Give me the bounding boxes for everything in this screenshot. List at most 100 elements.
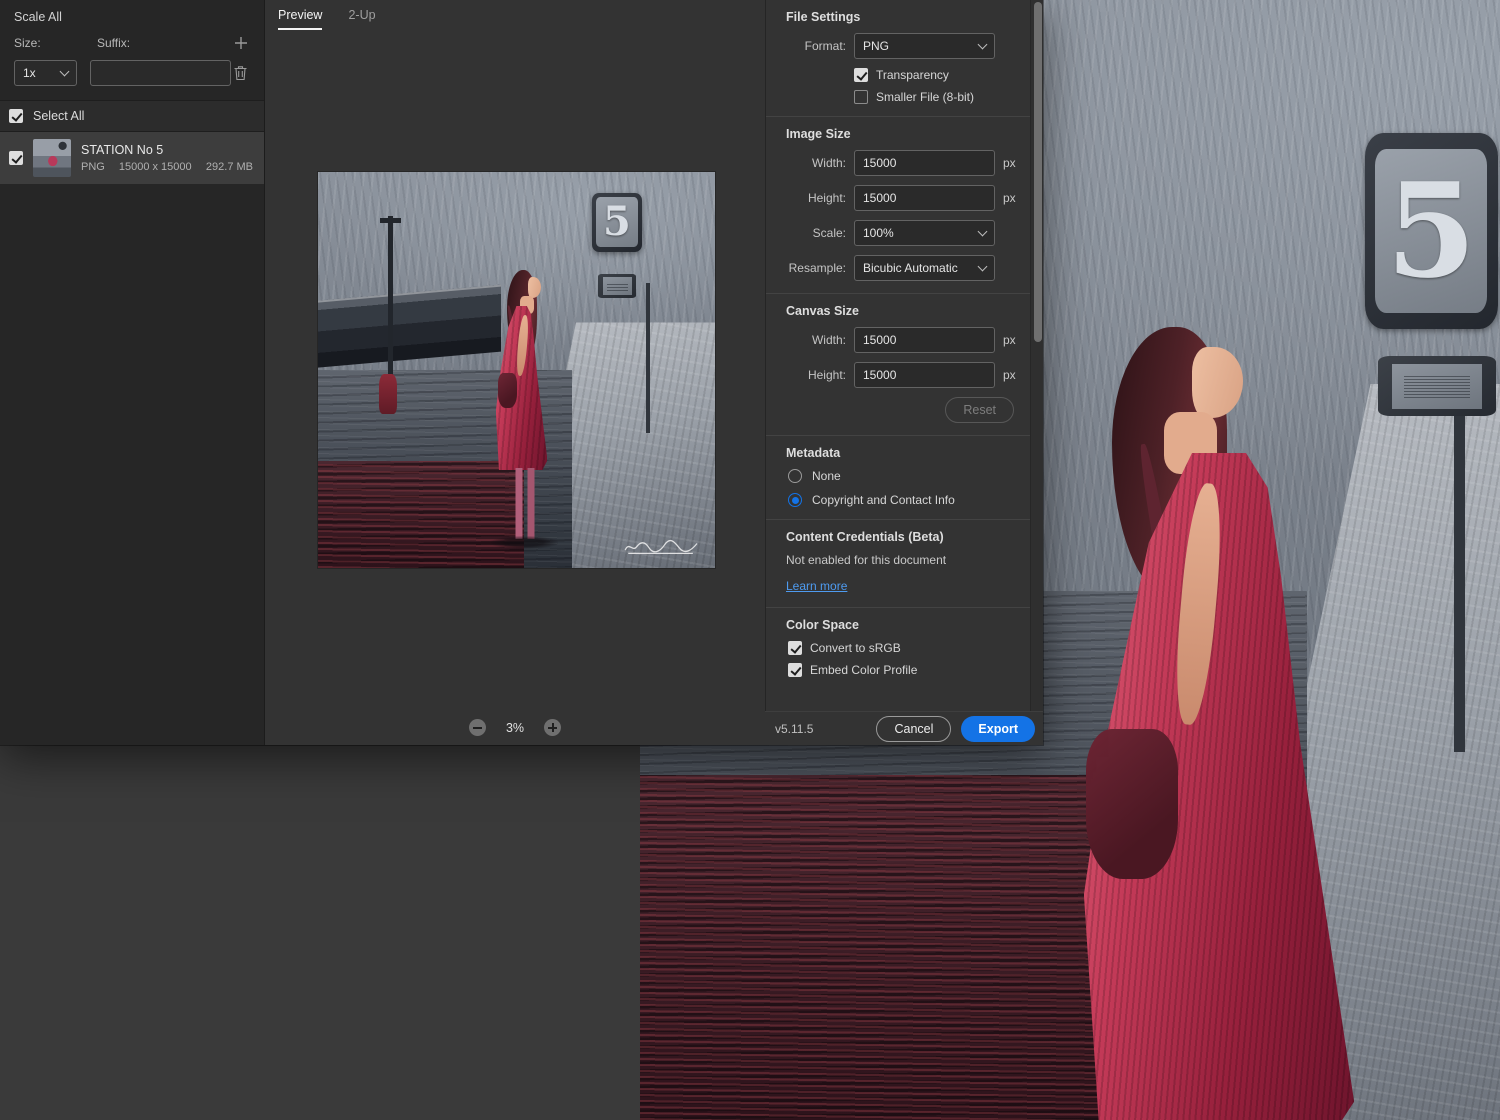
- export-button[interactable]: Export: [961, 715, 1035, 742]
- select-all-label: Select All: [33, 109, 85, 123]
- platform-sign-number: 5: [1385, 154, 1477, 308]
- file-settings-section: File Settings Format: PNG Transparency S…: [766, 0, 1030, 116]
- suffix-label: Suffix:: [97, 36, 131, 50]
- image-size-title: Image Size: [786, 127, 851, 141]
- resample-label: Resample:: [788, 261, 846, 275]
- canvas-width-label: Width:: [811, 333, 846, 347]
- scale-label: Scale:: [812, 226, 846, 240]
- convert-srgb-label: Convert to sRGB: [810, 641, 901, 655]
- export-settings-panel: File Settings Format: PNG Transparency S…: [765, 0, 1030, 711]
- trash-icon: [233, 66, 248, 84]
- artist-signature: [622, 538, 705, 558]
- artwork-wet-reflection: [640, 775, 1123, 1120]
- tab-2up[interactable]: 2-Up: [348, 0, 375, 30]
- file-dimensions: 15000 x 15000: [118, 161, 192, 173]
- smaller-file-checkbox[interactable]: [854, 90, 868, 104]
- embed-profile-checkbox[interactable]: [788, 663, 802, 677]
- canvas-height-input[interactable]: [854, 362, 995, 388]
- zoom-out-button[interactable]: [468, 719, 486, 736]
- resample-value: Bicubic Automatic: [863, 261, 958, 275]
- format-select[interactable]: PNG: [854, 33, 995, 59]
- metadata-copyright-option[interactable]: Copyright and Contact Info: [786, 493, 1014, 507]
- zoom-in-button[interactable]: [544, 719, 562, 736]
- canvas-width-input[interactable]: [854, 327, 995, 353]
- tab-preview[interactable]: Preview: [278, 0, 323, 30]
- resample-select[interactable]: Bicubic Automatic: [854, 255, 995, 281]
- size-label: Size:: [14, 36, 41, 50]
- settings-scrollbar[interactable]: [1030, 0, 1043, 711]
- scrollbar-thumb[interactable]: [1033, 2, 1042, 342]
- scale-select[interactable]: 100%: [854, 220, 995, 246]
- artwork-small-sign: [598, 274, 637, 298]
- delete-scale-button[interactable]: [231, 63, 250, 83]
- learn-more-link[interactable]: Learn more: [786, 579, 847, 593]
- metadata-title: Metadata: [786, 446, 841, 460]
- image-height-unit: px: [1003, 191, 1016, 205]
- content-credentials-title: Content Credentials (Beta): [786, 530, 944, 544]
- canvas-width-unit: px: [1003, 333, 1016, 347]
- reset-button[interactable]: Reset: [945, 397, 1014, 423]
- metadata-copyright-label: Copyright and Contact Info: [812, 493, 955, 507]
- convert-srgb-option[interactable]: Convert to sRGB: [788, 641, 1014, 655]
- scale-size-value: 1x: [23, 66, 36, 80]
- canvas-size-section: Canvas Size Width: px Height: px Reset: [766, 294, 1030, 435]
- select-all-checkbox[interactable]: [9, 109, 23, 123]
- export-as-dialog: Scale All Size: Suffix: 1x Select All ST…: [0, 0, 1043, 745]
- platform-sign-number: 5: [603, 198, 631, 246]
- zoom-level-label: 3%: [505, 720, 525, 735]
- preview-panel: Preview 2-Up 5 3%: [265, 0, 765, 745]
- color-space-title: Color Space: [786, 618, 859, 632]
- smaller-file-option[interactable]: Smaller File (8-bit): [854, 90, 1014, 104]
- image-height-input[interactable]: [854, 185, 995, 211]
- scale-all-title: Scale All: [14, 10, 62, 24]
- artwork-lamp-base: [379, 373, 397, 414]
- format-value: PNG: [863, 39, 890, 53]
- artwork-platform-sign: 5: [1364, 133, 1498, 329]
- version-label: v5.11.5: [775, 721, 814, 736]
- file-info: STATION No 5 PNG 15000 x 15000 292.7 MB: [81, 143, 255, 173]
- canvas-size-title: Canvas Size: [786, 304, 859, 318]
- artwork-ground-shadow: [490, 535, 559, 549]
- preview-tabbar: Preview 2-Up: [265, 0, 765, 30]
- select-all-row[interactable]: Select All: [0, 100, 264, 132]
- file-settings-title: File Settings: [786, 10, 861, 24]
- scale-value: 100%: [863, 226, 894, 240]
- content-credentials-section: Content Credentials (Beta) Not enabled f…: [766, 520, 1030, 607]
- canvas-height-unit: px: [1003, 368, 1016, 382]
- image-height-label: Height:: [807, 191, 846, 205]
- metadata-none-radio[interactable]: [788, 469, 802, 483]
- image-width-label: Width:: [811, 156, 846, 170]
- scale-list-panel: Scale All Size: Suffix: 1x Select All ST…: [0, 0, 265, 745]
- plus-icon: [234, 37, 248, 53]
- embed-profile-label: Embed Color Profile: [810, 663, 918, 677]
- metadata-none-option[interactable]: None: [786, 469, 1014, 483]
- transparency-label: Transparency: [876, 68, 949, 82]
- chevron-down-icon: [977, 261, 988, 272]
- embed-profile-option[interactable]: Embed Color Profile: [788, 663, 1014, 677]
- convert-srgb-checkbox[interactable]: [788, 641, 802, 655]
- metadata-copyright-radio[interactable]: [788, 493, 802, 507]
- scale-size-select[interactable]: 1x: [14, 60, 77, 86]
- add-scale-button[interactable]: [232, 34, 250, 52]
- artwork-pole: [645, 282, 650, 434]
- transparency-checkbox[interactable]: [854, 68, 868, 82]
- cancel-button[interactable]: Cancel: [876, 715, 952, 742]
- chevron-down-icon: [977, 39, 988, 50]
- content-credentials-status: Not enabled for this document: [786, 553, 947, 567]
- suffix-input[interactable]: [90, 60, 231, 86]
- file-meta: PNG 15000 x 15000 292.7 MB: [81, 161, 255, 173]
- artwork-platform-sign: 5: [591, 192, 642, 252]
- file-size: 292.7 MB: [205, 161, 253, 173]
- artwork-lamp-post: [379, 215, 402, 386]
- artwork-pole: [1454, 384, 1465, 752]
- transparency-option[interactable]: Transparency: [854, 68, 1014, 82]
- artwork-small-sign: [1378, 356, 1496, 417]
- export-file-row[interactable]: STATION No 5 PNG 15000 x 15000 292.7 MB: [0, 132, 264, 184]
- metadata-section: Metadata None Copyright and Contact Info: [766, 436, 1030, 519]
- image-width-unit: px: [1003, 156, 1016, 170]
- file-checkbox[interactable]: [9, 151, 23, 165]
- chevron-down-icon: [59, 66, 70, 77]
- image-width-input[interactable]: [854, 150, 995, 176]
- file-thumbnail: [33, 139, 71, 177]
- format-label: Format:: [804, 39, 846, 53]
